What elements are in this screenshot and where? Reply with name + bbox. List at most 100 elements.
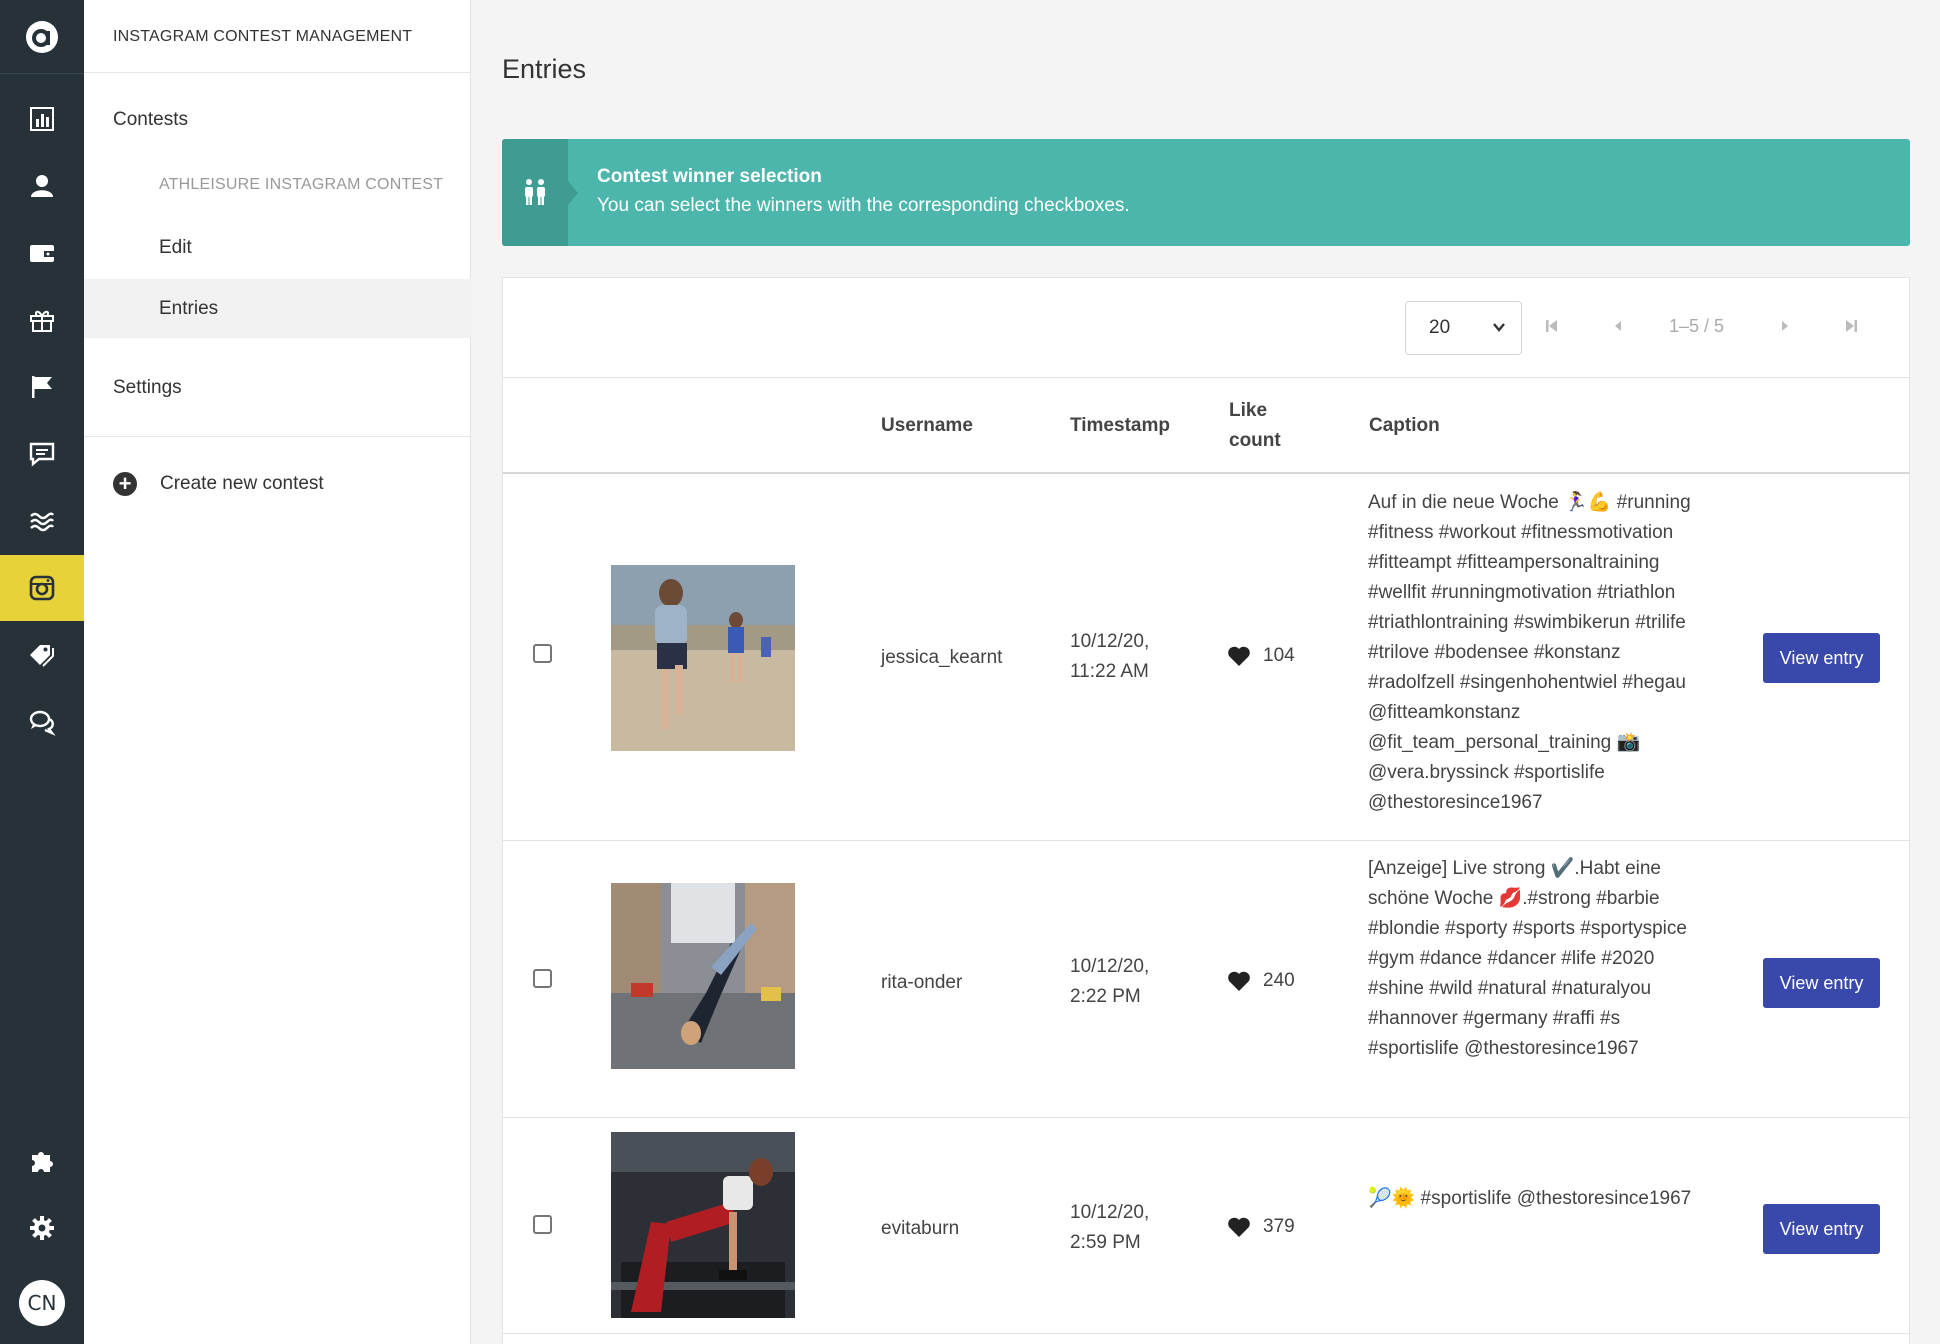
divider [84,72,471,73]
like-count-value: 104 [1263,645,1295,666]
rail-item-rewards[interactable] [0,287,84,353]
entry-date: 10/12/20, [1070,631,1150,652]
winner-checkbox[interactable] [533,1215,552,1234]
entry-date: 10/12/20, [1070,1202,1150,1223]
sidebar-contest-name: ATHLEISURE INSTAGRAM CONTEST [159,176,444,193]
entry-caption: [Anzeige] Live strong ✔️.Habt eine schön… [1368,858,1687,1059]
last-page-button[interactable] [1839,314,1863,338]
heart-icon [1228,1217,1250,1237]
rail-item-coupons[interactable] [0,622,84,688]
puzzle-icon [32,1152,53,1172]
divider [84,436,471,437]
like-count-value: 240 [1263,970,1295,991]
wallet-icon [30,245,54,262]
banner-icon-box [502,139,578,246]
pagination-info: 1–5 / 5 [1669,316,1725,336]
entry-username: rita-onder [881,972,963,993]
sidebar-item-entries[interactable]: Entries [159,298,218,320]
per-page-select[interactable]: 20 [1405,301,1522,355]
entry-timestamp: 10/12/20, 2:22 PM [1070,952,1149,1012]
heart-icon [1228,646,1250,666]
table-row: jessica_kearnt 10/12/20, 11:22 AM 104 Au… [503,475,1909,841]
entry-likes: 240 [1227,970,1295,992]
user-avatar[interactable]: CN [19,1280,65,1326]
entry-date: 10/12/20, [1070,956,1150,977]
view-entry-button[interactable]: View entry [1763,633,1880,683]
table-row: rita-onder 10/12/20, 2:22 PM 240 [Anzeig… [503,841,1909,1118]
tags-icon [30,645,54,667]
rail-item-integrations[interactable] [0,1128,84,1194]
prev-page-icon [1615,321,1621,331]
col-like-count-line2: count [1229,430,1281,451]
sidebar-active-highlight [84,279,471,338]
col-timestamp: Timestamp [1070,415,1170,436]
next-page-icon [1782,321,1788,331]
table-header: Username Timestamp Like count Caption [503,378,1909,474]
rail-item-streams[interactable] [0,488,84,554]
entry-time: 2:59 PM [1070,1232,1141,1253]
plus-circle-icon: + [113,472,137,496]
entry-time: 11:22 AM [1070,661,1149,682]
entry-caption: 🎾🌞 #sportislife @thestoresince1967 [1368,1188,1692,1209]
info-banner: Contest winner selection You can select … [502,139,1910,246]
app-logo[interactable] [0,0,84,74]
entry-timestamp: 10/12/20, 2:59 PM [1070,1198,1149,1258]
last-page-icon [1846,320,1857,332]
table-row: evitaburn 10/12/20, 2:59 PM 379 🎾🌞 #spor… [503,1118,1909,1334]
entry-thumbnail [611,883,795,1069]
rail-item-analytics[interactable] [0,86,84,152]
rail-item-wallet[interactable] [0,220,84,286]
winner-checkbox[interactable] [533,644,552,663]
gear-icon [30,1216,54,1240]
winner-checkbox[interactable] [533,969,552,988]
contest-sidebar: INSTAGRAM CONTEST MANAGEMENT Contests AT… [84,0,471,1344]
page-title: Entries [502,54,587,84]
col-like-count: Like count [1229,396,1281,456]
entry-timestamp: 10/12/20, 11:22 AM [1070,627,1149,687]
next-page-button[interactable] [1773,314,1797,338]
pagination-toolbar: 20 1–5 / 5 [503,278,1909,378]
rail-item-settings[interactable] [0,1195,84,1261]
flag-icon [32,376,52,398]
chart-icon [30,107,54,131]
create-contest-label: Create new contest [160,473,324,494]
rail-item-campaigns[interactable] [0,354,84,420]
col-like-count-line1: Like [1229,400,1268,421]
col-username: Username [881,415,973,436]
prev-page-button[interactable] [1606,314,1630,338]
view-entry-button[interactable]: View entry [1763,958,1880,1008]
entry-likes: 379 [1227,1216,1295,1238]
heart-icon [1228,971,1250,991]
like-count-value: 379 [1263,1216,1295,1237]
chevron-down-icon [1493,323,1505,332]
per-page-value: 20 [1429,317,1451,338]
logo-icon [26,20,58,53]
comment-icon [29,442,55,467]
rail-item-instagram[interactable] [0,555,84,621]
entry-thumbnail [611,565,795,751]
entry-username: jessica_kearnt [881,647,1003,668]
rail-item-messages[interactable] [0,421,84,487]
rail-item-chat[interactable] [0,689,84,755]
entries-card: 20 1–5 / 5 Username Timestamp Like count… [502,277,1910,1344]
gift-icon [30,310,54,332]
street-dancer-photo [611,883,795,1069]
user-icon [31,175,53,197]
sidebar-item-contests[interactable]: Contests [113,109,188,131]
first-page-button[interactable] [1540,314,1564,338]
banner-title: Contest winner selection [597,166,822,187]
col-caption: Caption [1369,415,1440,436]
entry-likes: 104 [1227,645,1295,667]
gym-photo [611,1132,795,1318]
sidebar-item-edit[interactable]: Edit [159,237,192,259]
runner-photo [611,565,795,751]
view-entry-button[interactable]: View entry [1763,1204,1880,1254]
create-contest-link[interactable]: + Create new contest [113,472,324,496]
entry-username: evitaburn [881,1218,960,1239]
rail-item-users[interactable] [0,153,84,219]
chat-bubbles-icon [29,710,56,736]
instagram-icon [29,575,55,601]
icon-rail: CN [0,0,84,1344]
sidebar-item-settings[interactable]: Settings [113,377,182,399]
entry-time: 2:22 PM [1070,986,1141,1007]
